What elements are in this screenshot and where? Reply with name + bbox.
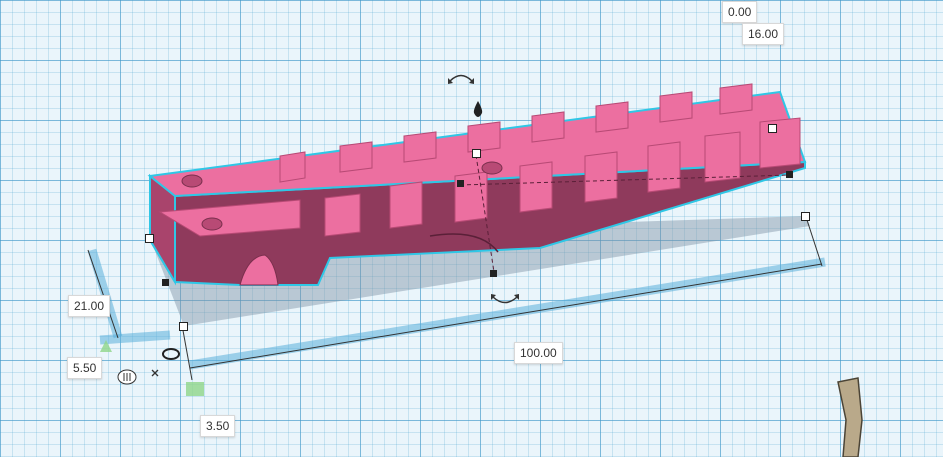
ruler-menu-icon[interactable] (116, 368, 138, 386)
resize-handle[interactable] (801, 212, 810, 221)
rotate-arrow-icon[interactable] (447, 70, 475, 86)
resize-handle[interactable] (145, 234, 154, 243)
resize-handle[interactable] (179, 322, 188, 331)
width-field[interactable]: 21.00 (68, 295, 111, 317)
height-top-field[interactable]: 0.00 (722, 1, 758, 23)
secondary-shape[interactable] (837, 377, 863, 457)
offset-field[interactable]: 3.50 (200, 415, 236, 437)
workplane-viewport[interactable]: 0.00 16.00 21.00 100.00 5.50 3.50 (0, 0, 943, 457)
ruler-origin-icon[interactable] (160, 346, 182, 362)
scene-canvas (87, 83, 863, 457)
resize-handle[interactable] (768, 124, 777, 133)
resize-handle[interactable] (457, 180, 464, 187)
mount-hole (481, 161, 503, 175)
resize-handle[interactable] (786, 171, 793, 178)
snap-marker-icon[interactable] (186, 382, 204, 396)
mount-hole (201, 217, 223, 231)
resize-handle[interactable] (490, 270, 497, 277)
resize-handle[interactable] (472, 149, 481, 158)
resize-handle[interactable] (162, 279, 169, 286)
drop-to-workplane-icon[interactable] (472, 100, 484, 118)
elevation-field[interactable]: 5.50 (67, 357, 103, 379)
length-field[interactable]: 100.00 (514, 342, 563, 364)
rotate-arrow-icon[interactable] (490, 292, 520, 308)
close-icon[interactable] (150, 368, 160, 378)
mount-hole (181, 174, 203, 188)
height-field[interactable]: 16.00 (742, 23, 785, 45)
